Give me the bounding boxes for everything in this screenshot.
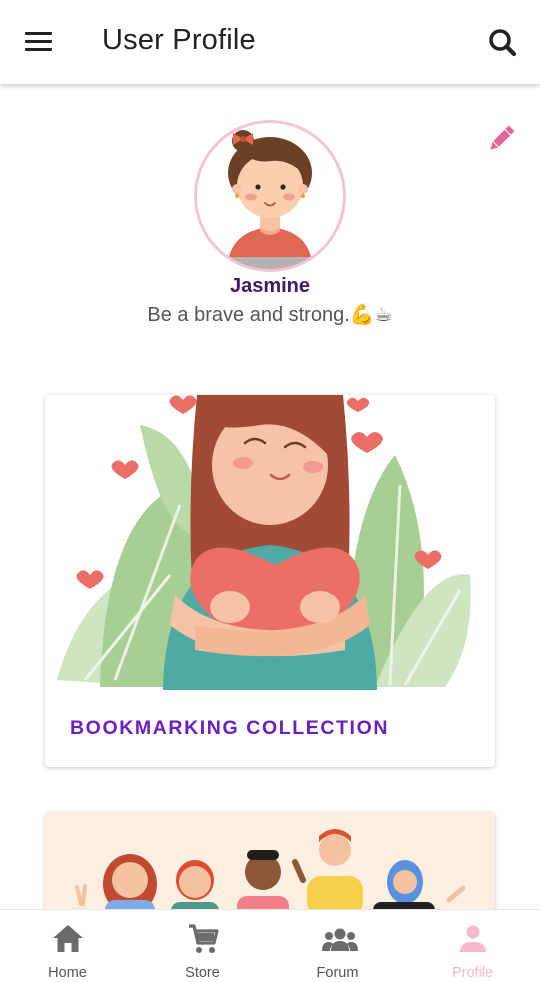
profile-bio: Be a brave and strong.💪☕ (147, 304, 393, 326)
home-icon (52, 925, 83, 952)
search-icon (489, 29, 517, 57)
nav-profile[interactable]: Profile (405, 910, 540, 982)
bottom-navigation: Home Store Forum Profile (0, 909, 540, 982)
people-group-illustration (75, 829, 466, 912)
profile-name: Jasmine (229, 275, 311, 297)
nav-home[interactable]: Home (0, 910, 135, 982)
avatar[interactable] (194, 120, 346, 272)
profile-header: Jasmine Be a brave and strong.💪☕ (0, 84, 540, 344)
edit-profile-button[interactable] (484, 122, 518, 156)
cart-icon (188, 924, 219, 953)
nav-home-label: Home (48, 965, 87, 981)
nav-profile-label: Profile (451, 965, 494, 981)
nav-forum-label: Forum (316, 965, 359, 981)
group-icon (321, 928, 358, 951)
avatar-illustration (225, 130, 315, 269)
nav-forum[interactable]: Forum (270, 910, 405, 982)
page-title: User Profile (102, 24, 256, 56)
app-bar: User Profile (0, 0, 540, 84)
menu-button[interactable] (22, 26, 56, 56)
nav-store-label: Store (185, 965, 220, 981)
bookmarking-collection-card[interactable]: BOOKMARKING COLLECTION (45, 395, 495, 767)
person-icon (459, 925, 486, 952)
nav-store[interactable]: Store (135, 910, 270, 982)
search-button[interactable] (484, 24, 522, 62)
pencil-icon (490, 125, 515, 150)
card-title: BOOKMARKING COLLECTION (70, 717, 390, 739)
self-love-illustration (57, 395, 471, 690)
